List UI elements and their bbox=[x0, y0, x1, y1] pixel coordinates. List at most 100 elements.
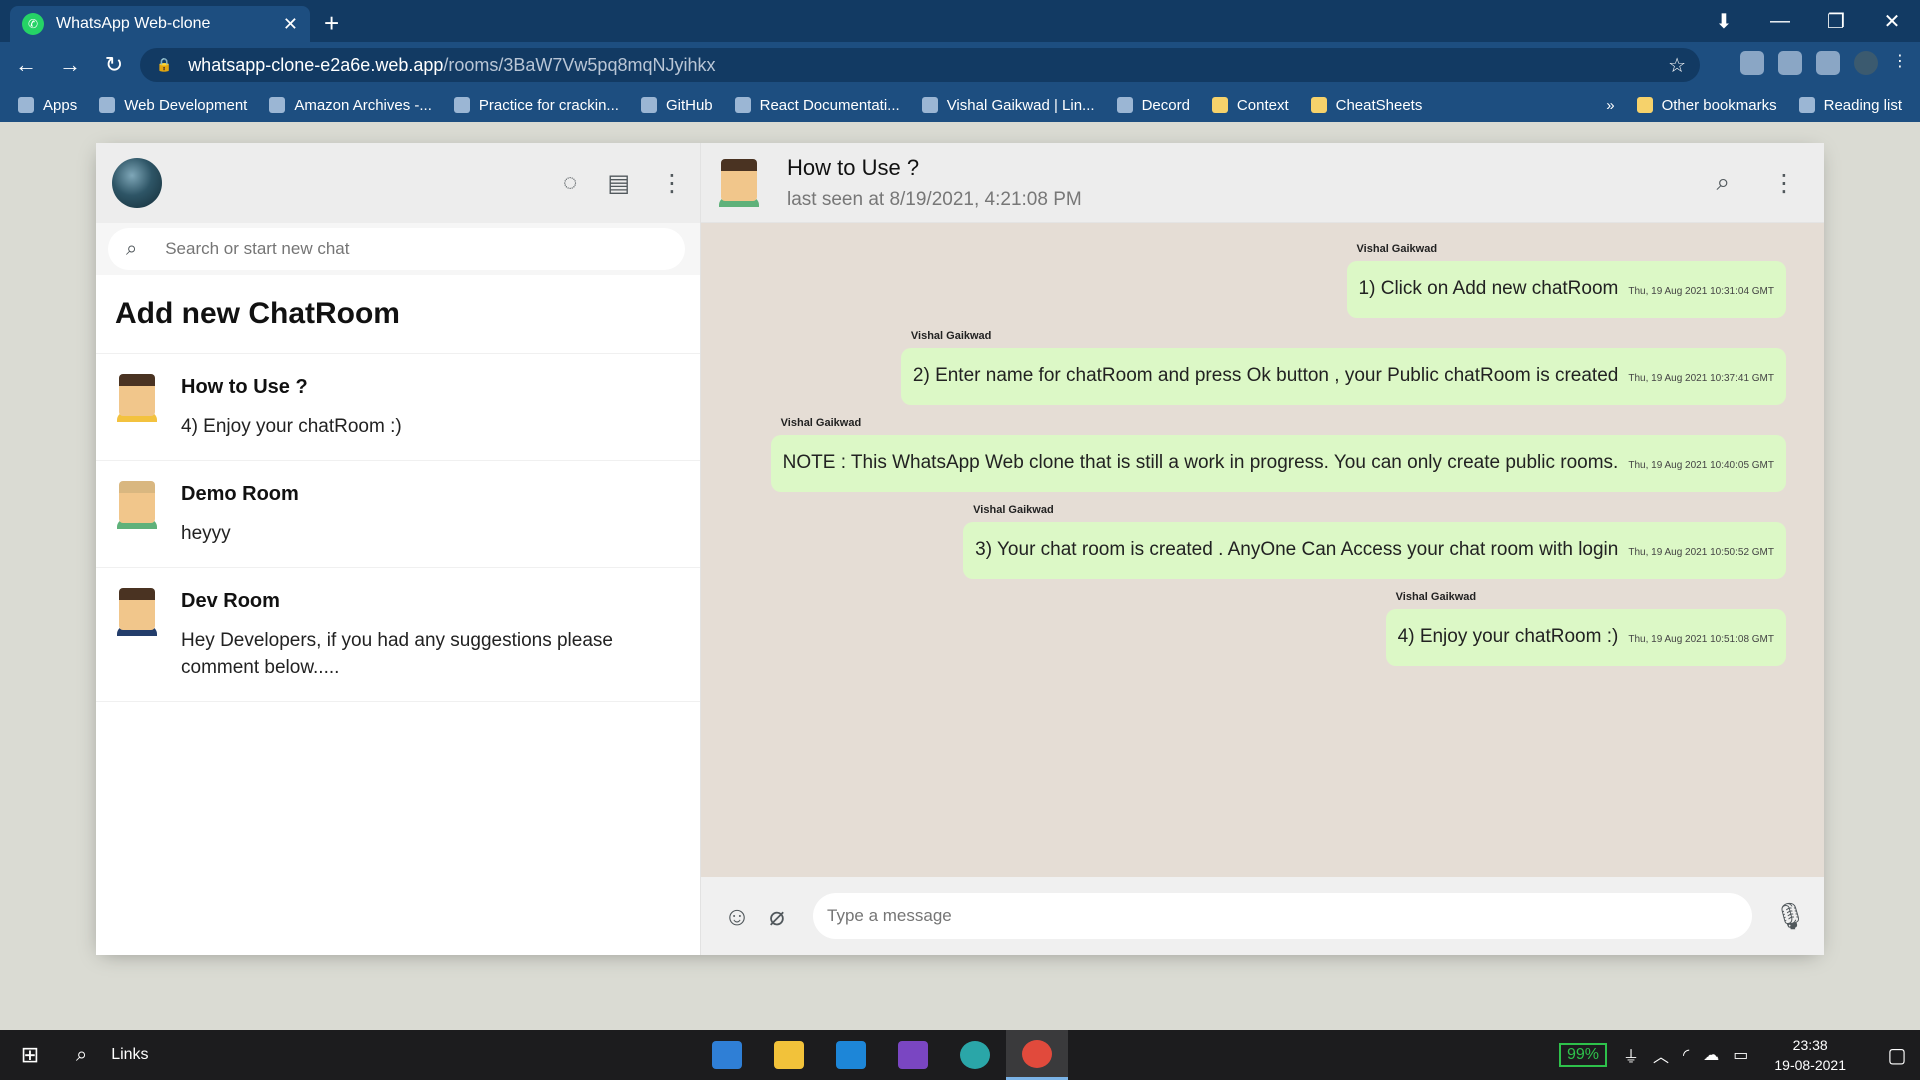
taskbar-search[interactable]: ⌕ Links bbox=[76, 1044, 149, 1067]
chrome-icon[interactable] bbox=[1006, 1030, 1068, 1080]
lock-icon[interactable]: 🔒 bbox=[156, 57, 172, 73]
chat-name: How to Use ? bbox=[181, 376, 308, 398]
bookmark-github[interactable]: GitHub bbox=[640, 97, 713, 114]
chat-name: Demo Room bbox=[181, 483, 299, 505]
bookmarks-bar: Apps Web Development Amazon Archives -..… bbox=[0, 88, 1920, 122]
battery-indicator[interactable]: 99% bbox=[1558, 1043, 1608, 1067]
chat-footer: ☺ ⌀ 🎙 bbox=[701, 877, 1824, 955]
search-icon[interactable]: ⌕ bbox=[1717, 169, 1730, 198]
other-bookmarks[interactable]: Other bookmarks bbox=[1636, 97, 1777, 114]
edge-icon[interactable] bbox=[944, 1030, 1006, 1080]
chat-item[interactable]: How to Use ? 4) Enjoy your chatRoom :) bbox=[96, 354, 700, 461]
bookmark-apps[interactable]: Apps bbox=[18, 97, 77, 114]
bookmark-linkedin[interactable]: Vishal Gaikwad | Lin... bbox=[921, 97, 1095, 114]
cloud-icon[interactable]: ☁ bbox=[1703, 1045, 1719, 1065]
search-box: ⌕ bbox=[108, 228, 685, 270]
search-input[interactable] bbox=[165, 239, 646, 259]
message-row: Vishal Gaikwad 4) Enjoy your chatRoom :)… bbox=[737, 591, 1786, 666]
bookmark-react-docs[interactable]: React Documentati... bbox=[734, 97, 900, 114]
mic-icon[interactable]: 🎙 bbox=[1770, 901, 1810, 932]
bookmarks-right: » Other bookmarks Reading list bbox=[1606, 88, 1902, 122]
message-bubble: 3) Your chat room is created . AnyOne Ca… bbox=[963, 522, 1786, 579]
message-text: 1) Click on Add new chatRoom bbox=[1358, 278, 1619, 299]
browser-tab[interactable]: ✆ WhatsApp Web-clone ✕ bbox=[10, 6, 310, 42]
decord-icon bbox=[1116, 97, 1133, 113]
message-row: Vishal Gaikwad NOTE : This WhatsApp Web … bbox=[737, 417, 1786, 492]
react-icon bbox=[734, 97, 751, 113]
mail-app-icon[interactable] bbox=[696, 1030, 758, 1080]
linkedin-icon bbox=[921, 97, 938, 113]
file-explorer-icon[interactable] bbox=[758, 1030, 820, 1080]
message-timestamp: Thu, 19 Aug 2021 10:51:08 GMT bbox=[1628, 634, 1774, 645]
battery-icon[interactable]: ▭ bbox=[1733, 1045, 1748, 1065]
url-bar[interactable]: 🔒 whatsapp-clone-e2a6e.web.app /rooms/3B… bbox=[140, 48, 1700, 82]
puzzle-icon[interactable] bbox=[1816, 51, 1840, 75]
message-sender: Vishal Gaikwad bbox=[780, 417, 862, 429]
room-avatar[interactable] bbox=[717, 158, 761, 207]
clock-time: 23:38 bbox=[1792, 1037, 1828, 1053]
apps-grid-icon bbox=[18, 97, 34, 113]
emoji-icon[interactable]: ☺ bbox=[717, 901, 757, 932]
attach-icon[interactable]: ⌀ bbox=[757, 901, 797, 932]
bookmark-amazon-archives[interactable]: Amazon Archives -... bbox=[269, 97, 432, 114]
chat-icon[interactable]: ▤ bbox=[607, 169, 630, 198]
message-bubble: 1) Click on Add new chatRoom Thu, 19 Aug … bbox=[1346, 261, 1786, 318]
message-timestamp: Thu, 19 Aug 2021 10:37:41 GMT bbox=[1628, 373, 1774, 384]
chat-name: Dev Room bbox=[181, 590, 280, 612]
restore-button[interactable]: ❐ bbox=[1808, 9, 1864, 34]
close-window-button[interactable]: ✕ bbox=[1864, 9, 1920, 34]
message-input-box bbox=[813, 893, 1752, 939]
power-plug-icon[interactable]: ⏚ bbox=[1623, 1043, 1639, 1067]
windows-start-icon[interactable]: ⊞ bbox=[0, 1042, 60, 1068]
chat-item[interactable]: Demo Room heyyy bbox=[96, 461, 700, 568]
message-sender: Vishal Gaikwad bbox=[973, 504, 1054, 516]
sidebar-header-icons: ◌ ▤ ⋮ bbox=[563, 169, 684, 198]
bookmark-practice[interactable]: Practice for crackin... bbox=[453, 97, 619, 114]
status-icon[interactable]: ◌ bbox=[563, 169, 577, 197]
bookmark-decord[interactable]: Decord bbox=[1116, 97, 1190, 114]
bookmark-cheatsheets[interactable]: CheatSheets bbox=[1310, 97, 1422, 114]
kebab-menu-icon[interactable]: ⋮ bbox=[1892, 51, 1908, 75]
folder-icon bbox=[1211, 97, 1228, 113]
profile-menu-icon[interactable]: ⬇ bbox=[1696, 9, 1752, 34]
message-row: Vishal Gaikwad 2) Enter name for chatRoo… bbox=[737, 330, 1786, 405]
back-button[interactable]: ← bbox=[8, 52, 44, 78]
message-timestamp: Thu, 19 Aug 2021 10:50:52 GMT bbox=[1628, 547, 1774, 558]
new-tab-button[interactable]: + bbox=[324, 8, 339, 39]
bookmark-context[interactable]: Context bbox=[1211, 97, 1289, 114]
message-row: Vishal Gaikwad 1) Click on Add new chatR… bbox=[737, 243, 1786, 318]
more-bookmarks-button[interactable]: » bbox=[1606, 97, 1614, 114]
reload-button[interactable]: ↻ bbox=[96, 52, 132, 78]
chevron-up-icon[interactable]: ︿ bbox=[1653, 1043, 1669, 1067]
taskbar-apps bbox=[696, 1030, 1068, 1080]
add-new-chatroom[interactable]: Add new ChatRoom bbox=[96, 275, 700, 354]
search-icon: ⌕ bbox=[76, 1043, 88, 1066]
user-avatar[interactable] bbox=[112, 158, 162, 208]
message-input[interactable] bbox=[827, 906, 1738, 926]
more-vert-icon[interactable]: ⋮ bbox=[1772, 169, 1796, 198]
minimize-button[interactable]: — bbox=[1752, 10, 1808, 33]
chat-item[interactable]: Dev Room Hey Developers, if you had any … bbox=[96, 568, 700, 702]
bookmark-web-development[interactable]: Web Development bbox=[99, 97, 247, 114]
chat-body: Vishal Gaikwad 1) Click on Add new chatR… bbox=[701, 223, 1824, 877]
clock[interactable]: 23:38 19-08-2021 bbox=[1774, 1035, 1846, 1075]
chat-avatar bbox=[115, 374, 159, 422]
more-vert-icon[interactable]: ⋮ bbox=[660, 169, 684, 198]
reading-list[interactable]: Reading list bbox=[1798, 97, 1902, 114]
folder-icon bbox=[1636, 97, 1653, 113]
profile-avatar[interactable] bbox=[1854, 51, 1878, 75]
extension-icon[interactable] bbox=[1740, 51, 1764, 75]
bookmark-star-icon[interactable]: ☆ bbox=[1668, 53, 1686, 78]
whatsapp-app: ◌ ▤ ⋮ ⌕ Add new ChatRoom How to Use ? 4)… bbox=[96, 143, 1824, 955]
notification-icon[interactable]: ▢ bbox=[1874, 1043, 1920, 1068]
wifi-icon[interactable]: ◜ bbox=[1683, 1045, 1689, 1065]
visual-studio-icon[interactable] bbox=[882, 1030, 944, 1080]
close-tab-icon[interactable]: ✕ bbox=[283, 14, 298, 35]
forward-button[interactable]: → bbox=[52, 52, 88, 78]
url-host: whatsapp-clone-e2a6e.web.app bbox=[188, 54, 444, 75]
extension-icon[interactable] bbox=[1778, 51, 1802, 75]
message-text: 2) Enter name for chatRoom and press Ok … bbox=[912, 365, 1619, 386]
l-app-icon[interactable] bbox=[820, 1030, 882, 1080]
last-seen: last seen at 8/19/2021, 4:21:08 PM bbox=[787, 188, 1082, 210]
room-title: How to Use ? bbox=[787, 154, 920, 180]
